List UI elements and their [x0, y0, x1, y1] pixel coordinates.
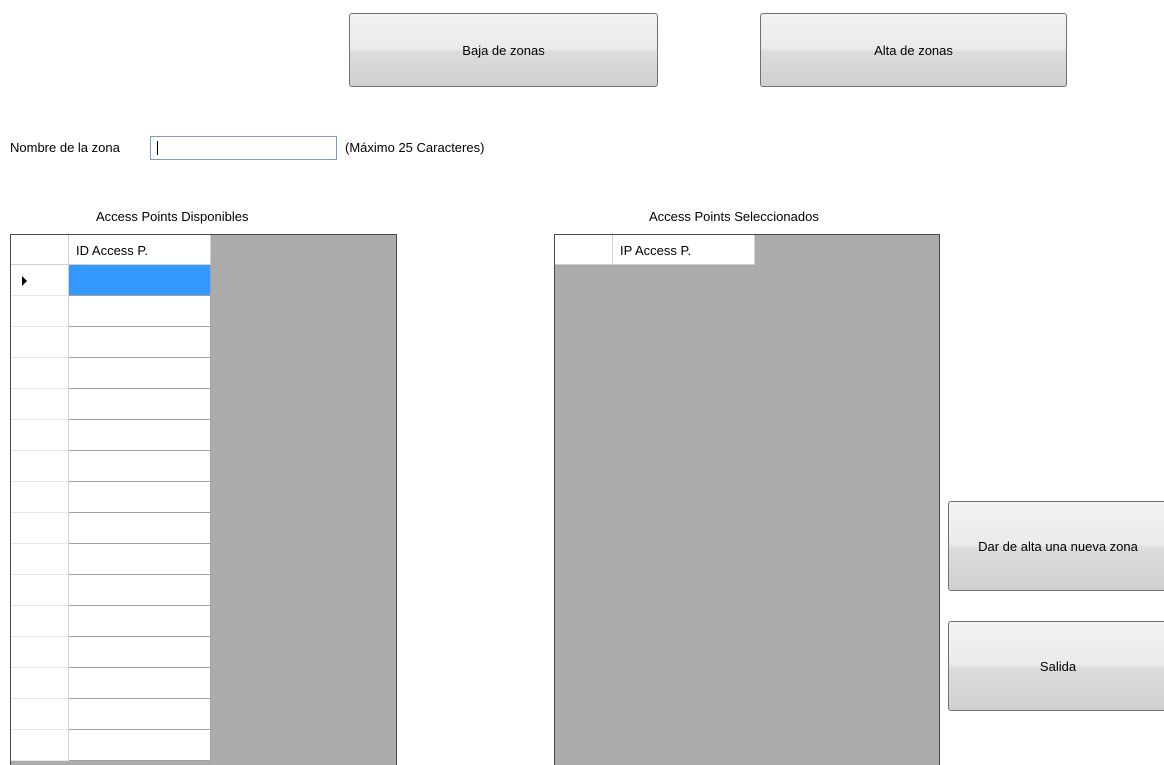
alta-zonas-label: Alta de zonas: [874, 42, 953, 58]
current-row-pointer-icon: [22, 276, 27, 286]
table-cell[interactable]: [69, 606, 211, 637]
table-row[interactable]: [11, 420, 211, 451]
row-header[interactable]: [11, 637, 69, 668]
table-row[interactable]: [11, 296, 211, 327]
row-header[interactable]: [11, 544, 69, 575]
row-header[interactable]: [11, 699, 69, 730]
exit-label: Salida: [1039, 658, 1077, 674]
row-header[interactable]: [11, 389, 69, 420]
row-header[interactable]: [11, 451, 69, 482]
id-access-column-header[interactable]: ID Access P.: [69, 235, 211, 265]
table-cell[interactable]: [69, 668, 211, 699]
row-header[interactable]: [11, 296, 69, 327]
new-zone-button[interactable]: Dar de alta una nueva zona: [948, 501, 1164, 591]
zone-name-label: Nombre de la zona: [10, 140, 120, 155]
table-row[interactable]: [11, 327, 211, 358]
table-row[interactable]: [11, 451, 211, 482]
table-row[interactable]: [11, 699, 211, 730]
row-header[interactable]: [11, 513, 69, 544]
table-row[interactable]: [11, 606, 211, 637]
row-header[interactable]: [11, 668, 69, 699]
selected-aps-title: Access Points Seleccionados: [649, 209, 819, 224]
new-zone-label: Dar de alta una nueva zona: [978, 538, 1138, 554]
row-header[interactable]: [11, 358, 69, 389]
row-header[interactable]: [11, 265, 69, 296]
available-aps-rows: [11, 265, 211, 761]
row-header[interactable]: [11, 575, 69, 606]
table-cell[interactable]: [69, 730, 211, 761]
zone-management-window: Baja de zonas Alta de zonas Nombre de la…: [0, 0, 1164, 765]
selected-aps-grid[interactable]: IP Access P.: [554, 234, 940, 765]
exit-button[interactable]: Salida: [948, 621, 1164, 711]
table-row[interactable]: [11, 544, 211, 575]
zone-name-input[interactable]: [150, 136, 337, 160]
row-header[interactable]: [11, 482, 69, 513]
max-length-hint: (Máximo 25 Caracteres): [345, 140, 485, 155]
table-cell[interactable]: [69, 451, 211, 482]
table-cell[interactable]: [69, 420, 211, 451]
text-caret: [157, 141, 158, 155]
baja-zonas-button[interactable]: Baja de zonas: [349, 13, 658, 87]
row-header[interactable]: [11, 327, 69, 358]
baja-zonas-label: Baja de zonas: [462, 42, 545, 58]
available-aps-grid[interactable]: ID Access P.: [10, 234, 397, 765]
table-row[interactable]: [11, 482, 211, 513]
table-cell[interactable]: [69, 699, 211, 730]
alta-zonas-button[interactable]: Alta de zonas: [760, 13, 1067, 87]
row-header[interactable]: [11, 730, 69, 761]
table-cell[interactable]: [69, 637, 211, 668]
table-row[interactable]: [11, 668, 211, 699]
table-cell[interactable]: [69, 327, 211, 358]
table-cell[interactable]: [69, 544, 211, 575]
table-cell[interactable]: [69, 575, 211, 606]
table-row[interactable]: [11, 637, 211, 668]
row-header[interactable]: [11, 606, 69, 637]
table-row[interactable]: [11, 730, 211, 761]
grid-corner-header: [555, 235, 613, 265]
table-row[interactable]: [11, 265, 211, 296]
table-row[interactable]: [11, 358, 211, 389]
ip-access-column-header[interactable]: IP Access P.: [613, 235, 755, 265]
row-header[interactable]: [11, 420, 69, 451]
table-cell[interactable]: [69, 389, 211, 420]
table-row[interactable]: [11, 389, 211, 420]
table-cell[interactable]: [69, 265, 211, 296]
available-aps-title: Access Points Disponibles: [96, 209, 249, 224]
grid-corner-header: [11, 235, 69, 265]
table-row[interactable]: [11, 513, 211, 544]
table-cell[interactable]: [69, 296, 211, 327]
table-cell[interactable]: [69, 482, 211, 513]
table-cell[interactable]: [69, 513, 211, 544]
table-cell[interactable]: [69, 358, 211, 389]
table-row[interactable]: [11, 575, 211, 606]
